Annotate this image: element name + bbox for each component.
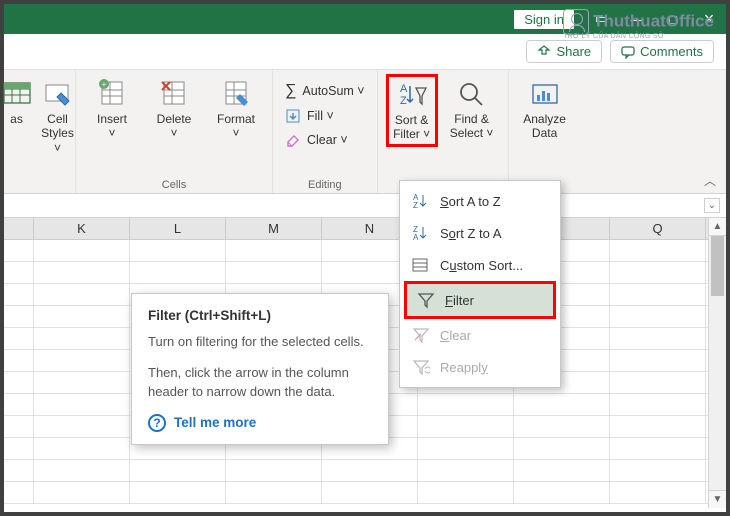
minimize-icon[interactable]: — [628, 12, 646, 27]
svg-text:+: + [102, 80, 107, 89]
clear-button[interactable]: Clear ˅ [281, 130, 369, 150]
ribbon: as Cell Styles ˅ + Insert ˅ Delete ˅ [4, 70, 726, 194]
delete-icon [158, 78, 190, 110]
close-icon[interactable]: × [700, 9, 718, 30]
find-select-label: Find & Select ˅ [450, 112, 494, 141]
filter-tooltip: Filter (Ctrl+Shift+L) Turn on filtering … [131, 293, 389, 445]
scroll-thumb[interactable] [711, 236, 724, 296]
svg-text:A: A [400, 83, 408, 95]
sort-filter-label: Sort & Filter ˅ [393, 113, 430, 142]
group-editing: ∑ AutoSum ˅ Fill ˅ Clear ˅ Editing [273, 70, 378, 193]
cell-styles-button[interactable]: Cell Styles ˅ [38, 74, 78, 155]
menu-sort-za[interactable]: ZA Sort Z to A [402, 217, 558, 249]
comments-icon [621, 45, 635, 59]
menu-reapply: Reapply [402, 351, 558, 383]
tooltip-body2: Then, click the arrow in the column head… [148, 364, 372, 402]
analyze-icon [529, 78, 561, 110]
clear-label: Clear ˅ [307, 133, 348, 147]
sort-za-icon: ZA [412, 224, 430, 242]
cell-styles-icon [42, 78, 74, 110]
scroll-down-icon[interactable]: ▼ [709, 490, 726, 508]
delete-label: Delete ˅ [157, 112, 192, 141]
share-bar: Share Comments [4, 34, 726, 70]
sort-filter-button[interactable]: AZ Sort & Filter ˅ [386, 74, 438, 147]
col-header[interactable]: K [34, 218, 130, 239]
col-header[interactable] [4, 218, 34, 239]
scroll-up-icon[interactable]: ▲ [709, 218, 726, 236]
autosum-button[interactable]: ∑ AutoSum ˅ [281, 80, 369, 102]
find-icon [456, 78, 488, 110]
sign-in-button[interactable]: Sign in [514, 10, 574, 29]
delete-button[interactable]: Delete ˅ [146, 74, 202, 141]
col-header[interactable]: Q [610, 218, 706, 239]
group-analysis: Analyze Data sis [508, 70, 581, 193]
svg-text:Z: Z [413, 201, 418, 210]
tooltip-title: Filter (Ctrl+Shift+L) [148, 308, 372, 323]
help-icon: ? [148, 414, 166, 432]
format-as-label: as [10, 112, 23, 126]
menu-filter[interactable]: Filter [407, 284, 553, 316]
insert-button[interactable]: + Insert ˅ [84, 74, 140, 141]
insert-icon: + [96, 78, 128, 110]
svg-text:A: A [413, 233, 419, 242]
tell-me-more-link[interactable]: ? Tell me more [148, 414, 372, 432]
fill-icon [285, 108, 301, 124]
group-sort-find: AZ Sort & Filter ˅ Find & Select ˅ [378, 70, 508, 193]
menu-sort-az[interactable]: AZ SSort A to Zort A to Z [402, 185, 558, 217]
group-styles: as Cell Styles ˅ [4, 70, 76, 193]
share-button[interactable]: Share [526, 40, 602, 63]
format-label: Format ˅ [217, 112, 255, 141]
column-headers: K L M N Q [4, 218, 726, 240]
menu-clear: Clear [402, 319, 558, 351]
share-icon [537, 45, 551, 59]
reapply-icon [412, 358, 430, 376]
fill-button[interactable]: Fill ˅ [281, 106, 369, 126]
group-editing-label: Editing [308, 179, 342, 191]
vertical-scrollbar[interactable]: ▲ ▼ [708, 218, 726, 508]
col-header[interactable]: M [226, 218, 322, 239]
formula-bar: ⌄ [4, 194, 726, 218]
sort-az-icon: AZ [412, 192, 430, 210]
menu-custom-sort[interactable]: Custom Sort... [402, 249, 558, 281]
analyze-data-button[interactable]: Analyze Data [517, 74, 573, 141]
eraser-icon [285, 132, 301, 148]
col-header[interactable]: L [130, 218, 226, 239]
group-cells: + Insert ˅ Delete ˅ Format ˅ Cells [76, 70, 273, 193]
sort-filter-menu: AZ SSort A to Zort A to Z ZA Sort Z to A… [399, 180, 561, 388]
fill-label: Fill ˅ [307, 109, 334, 123]
group-cells-label: Cells [162, 179, 186, 191]
formula-expand-icon[interactable]: ⌄ [704, 198, 720, 213]
tooltip-body: Turn on filtering for the selected cells… [148, 333, 372, 352]
clear-filter-icon [412, 326, 430, 344]
find-select-button[interactable]: Find & Select ˅ [444, 74, 500, 141]
filter-icon [417, 291, 435, 309]
format-as-button[interactable]: as [2, 74, 32, 126]
format-button[interactable]: Format ˅ [208, 74, 264, 141]
sigma-icon: ∑ [285, 82, 296, 100]
format-icon [220, 78, 252, 110]
tell-me-more-label: Tell me more [174, 415, 256, 430]
insert-label: Insert ˅ [97, 112, 127, 141]
collapse-ribbon-icon[interactable]: ︿ [704, 172, 716, 189]
title-bar: Sign in ▭ — □ × [4, 4, 726, 34]
comments-button[interactable]: Comments [610, 40, 714, 63]
display-options-icon[interactable]: ▭ [592, 11, 610, 27]
analyze-label: Analyze Data [523, 112, 566, 141]
autosum-label: AutoSum ˅ [302, 84, 364, 98]
svg-text:Z: Z [400, 95, 407, 107]
format-as-table-icon [1, 78, 33, 110]
cell-styles-label: Cell Styles ˅ [38, 112, 78, 155]
maximize-icon[interactable]: □ [664, 12, 682, 27]
custom-sort-icon [412, 256, 430, 274]
sort-filter-icon: AZ [396, 79, 428, 111]
